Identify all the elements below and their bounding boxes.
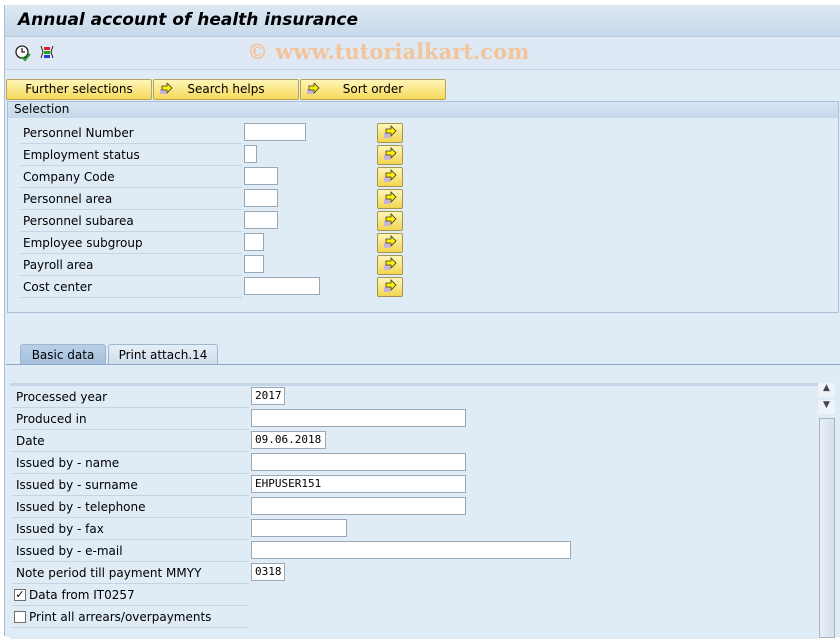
tab-basic-data[interactable]: Basic data <box>20 344 106 365</box>
arrow-right-icon <box>384 147 397 160</box>
selection-label: Payroll area <box>23 258 94 272</box>
selection-input[interactable] <box>244 123 306 141</box>
divider <box>20 253 242 254</box>
divider <box>20 209 242 210</box>
selection-label: Employment status <box>23 148 140 162</box>
checkbox[interactable] <box>14 611 26 623</box>
field-input[interactable] <box>251 541 571 559</box>
selection-input[interactable] <box>244 145 257 163</box>
selection-input[interactable] <box>244 233 264 251</box>
search-helps-button[interactable]: Search helps <box>153 79 299 100</box>
field-label: Issued by - telephone <box>16 500 146 514</box>
arrow-right-icon <box>384 235 397 248</box>
divider <box>12 495 249 496</box>
field-label: Issued by - surname <box>16 478 138 492</box>
field-label: Note period till payment MMYY <box>16 566 202 580</box>
arrow-right-icon <box>384 279 397 292</box>
divider <box>12 605 249 606</box>
field-input[interactable] <box>251 409 466 427</box>
field-label: Processed year <box>16 390 108 404</box>
divider <box>20 297 242 298</box>
divider <box>12 473 249 474</box>
field-label: Issued by - name <box>16 456 120 470</box>
arrow-right-icon <box>384 191 397 204</box>
field-label: Produced in <box>16 412 87 426</box>
divider <box>12 517 249 518</box>
search-helps-label: Search helps <box>187 82 265 96</box>
divider <box>20 143 242 144</box>
divider <box>12 627 249 628</box>
field-input[interactable] <box>251 519 347 537</box>
field-input[interactable]: 09.06.2018 <box>251 431 326 449</box>
scroll-up-icon[interactable]: ▲ <box>818 383 835 397</box>
selection-label: Personnel Number <box>23 126 134 140</box>
divider <box>12 583 249 584</box>
field-input[interactable]: EHPUSER151 <box>251 475 466 493</box>
multiple-selection-button[interactable] <box>377 233 403 253</box>
scroll-down-icon[interactable]: ▼ <box>818 400 835 414</box>
multiple-selection-button[interactable] <box>377 167 403 187</box>
arrow-right-icon <box>384 213 397 226</box>
further-selections-label: Further selections <box>25 82 133 96</box>
multiple-selection-button[interactable] <box>377 123 403 143</box>
field-input[interactable] <box>251 497 466 515</box>
selection-header: Selection <box>8 102 838 118</box>
sort-order-label: Sort order <box>342 82 404 96</box>
vertical-scrollbar[interactable]: ▲ ▼ <box>818 383 836 638</box>
divider <box>20 165 242 166</box>
checkbox-label: Data from IT0257 <box>29 588 135 602</box>
multiple-selection-button[interactable] <box>377 211 403 231</box>
tab-label: Basic data <box>31 348 95 362</box>
checkbox-label: Print all arrears/overpayments <box>29 610 212 624</box>
selection-label: Employee subgroup <box>23 236 143 250</box>
selection-input[interactable] <box>244 211 278 229</box>
checkbox[interactable]: ✓ <box>14 589 26 601</box>
field-label: Issued by - fax <box>16 522 104 536</box>
arrow-right-icon <box>159 82 173 94</box>
divider <box>12 539 249 540</box>
divider <box>12 407 249 408</box>
arrow-right-icon <box>306 82 320 94</box>
selection-label: Personnel area <box>23 192 113 206</box>
divider <box>20 187 242 188</box>
arrow-right-icon <box>384 169 397 182</box>
scroll-thumb[interactable] <box>819 418 835 638</box>
page-title: Annual account of health insurance <box>18 10 359 30</box>
tab-print-attach[interactable]: Print attach.14 <box>108 344 218 365</box>
multiple-selection-button[interactable] <box>377 277 403 297</box>
selection-label: Cost center <box>23 280 93 294</box>
selection-input[interactable] <box>244 277 320 295</box>
divider <box>12 561 249 562</box>
watermark: © www.tutorialkart.com <box>247 39 530 64</box>
selection-input[interactable] <box>244 167 278 185</box>
selection-label: Personnel subarea <box>23 214 134 228</box>
selection-label: Company Code <box>23 170 115 184</box>
sort-order-button[interactable]: Sort order <box>300 79 446 100</box>
divider <box>20 231 242 232</box>
divider <box>20 275 242 276</box>
selection-input[interactable] <box>244 255 264 273</box>
multiple-selection-button[interactable] <box>377 189 403 209</box>
field-input[interactable]: 0318 <box>251 563 285 581</box>
selection-title: Selection <box>14 102 70 116</box>
tab-label: Print attach.14 <box>118 348 208 362</box>
execute-clock-icon[interactable] <box>14 44 32 65</box>
selection-input[interactable] <box>244 189 278 207</box>
field-input[interactable] <box>251 453 466 471</box>
divider <box>12 451 249 452</box>
further-selections-button[interactable]: Further selections <box>6 79 152 100</box>
multiple-selection-button[interactable] <box>377 255 403 275</box>
selection-options-icon[interactable] <box>39 44 55 63</box>
field-input[interactable]: 2017 <box>251 387 285 405</box>
arrow-right-icon <box>384 257 397 270</box>
arrow-right-icon <box>384 125 397 138</box>
field-label: Date <box>16 434 45 448</box>
multiple-selection-button[interactable] <box>377 145 403 165</box>
divider <box>12 429 249 430</box>
field-label: Issued by - e-mail <box>16 544 123 558</box>
